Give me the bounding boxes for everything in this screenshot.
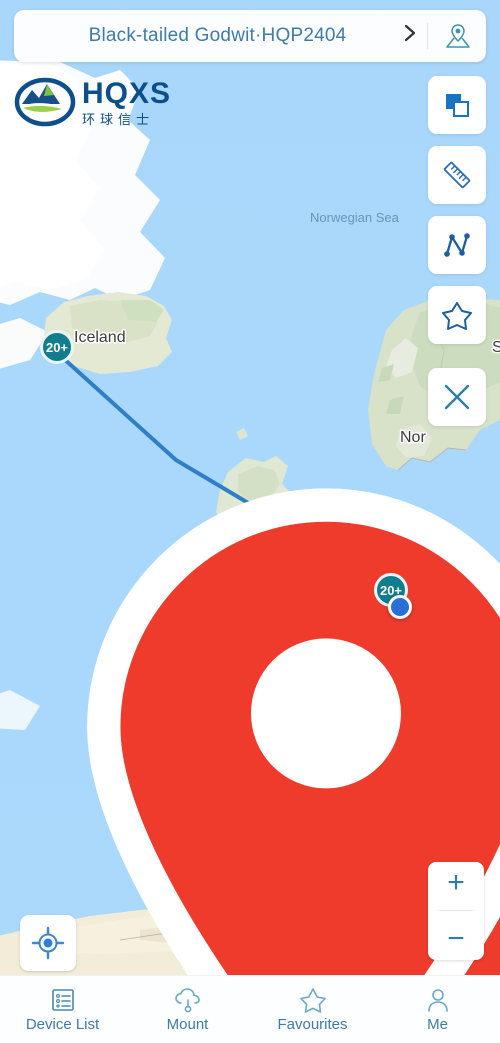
crosshair-locate-icon	[31, 926, 65, 960]
current-position-dot[interactable]	[388, 595, 412, 619]
nav-label-favourites: Favourites	[277, 1015, 348, 1033]
bottom-navigation: Device List Mount Favourites Me	[0, 975, 500, 1043]
brand-name-en: HQXS	[82, 76, 172, 110]
nav-label-device-list: Device List	[25, 1015, 100, 1033]
cluster-count-iceland: 20+	[45, 339, 69, 355]
close-icon	[444, 384, 470, 410]
device-title-bar[interactable]: Black-tailed Godwit·HQP2404	[14, 10, 486, 62]
star-icon	[299, 987, 326, 1013]
layers-button[interactable]	[428, 76, 486, 134]
polyline-icon	[444, 233, 470, 257]
person-icon	[427, 988, 448, 1012]
map-canvas[interactable]: Norwegian SeaIcelandNorSDenmarkUnitedKin…	[0, 0, 500, 975]
cluster-badge-iceland[interactable]: 20+	[40, 330, 74, 364]
title-divider	[427, 23, 428, 49]
app-root: Norwegian SeaIcelandNorSDenmarkUnitedKin…	[0, 0, 500, 1043]
device-name-label: Black-tailed Godwit·HQP2404	[88, 25, 347, 46]
mountain-circle-logo	[14, 77, 76, 127]
nav-label-me: Me	[427, 1015, 448, 1033]
zoom-divider	[439, 910, 473, 912]
ruler-icon	[443, 161, 471, 189]
map-toolbar	[428, 76, 486, 438]
star-icon	[442, 302, 472, 330]
nav-item-me[interactable]: Me	[375, 976, 500, 1043]
track-button[interactable]	[428, 216, 486, 274]
favourite-button[interactable]	[428, 286, 486, 344]
nav-label-mount: Mount	[166, 1015, 209, 1033]
cloud-hook-icon	[174, 987, 200, 1012]
measure-button[interactable]	[428, 146, 486, 204]
zoom-controls: + −	[428, 862, 484, 960]
close-button[interactable]	[428, 368, 486, 426]
layers-icon	[446, 94, 469, 117]
chevron-right-icon[interactable]	[395, 23, 425, 49]
locate-button[interactable]	[20, 915, 76, 971]
brand-name-cn: 环球信士	[82, 111, 155, 127]
map-label: Norwegian Sea	[310, 210, 400, 225]
nav-item-device-list[interactable]: Device List	[0, 976, 125, 1043]
map-pin-icon[interactable]	[430, 21, 486, 51]
brand-logo: HQXS 环球信士	[14, 74, 171, 130]
zoom-out-button[interactable]: −	[428, 923, 484, 954]
zoom-in-button[interactable]: +	[428, 868, 484, 898]
nav-item-mount[interactable]: Mount	[125, 976, 250, 1043]
nav-item-favourites[interactable]: Favourites	[250, 976, 375, 1043]
list-icon	[51, 988, 74, 1011]
